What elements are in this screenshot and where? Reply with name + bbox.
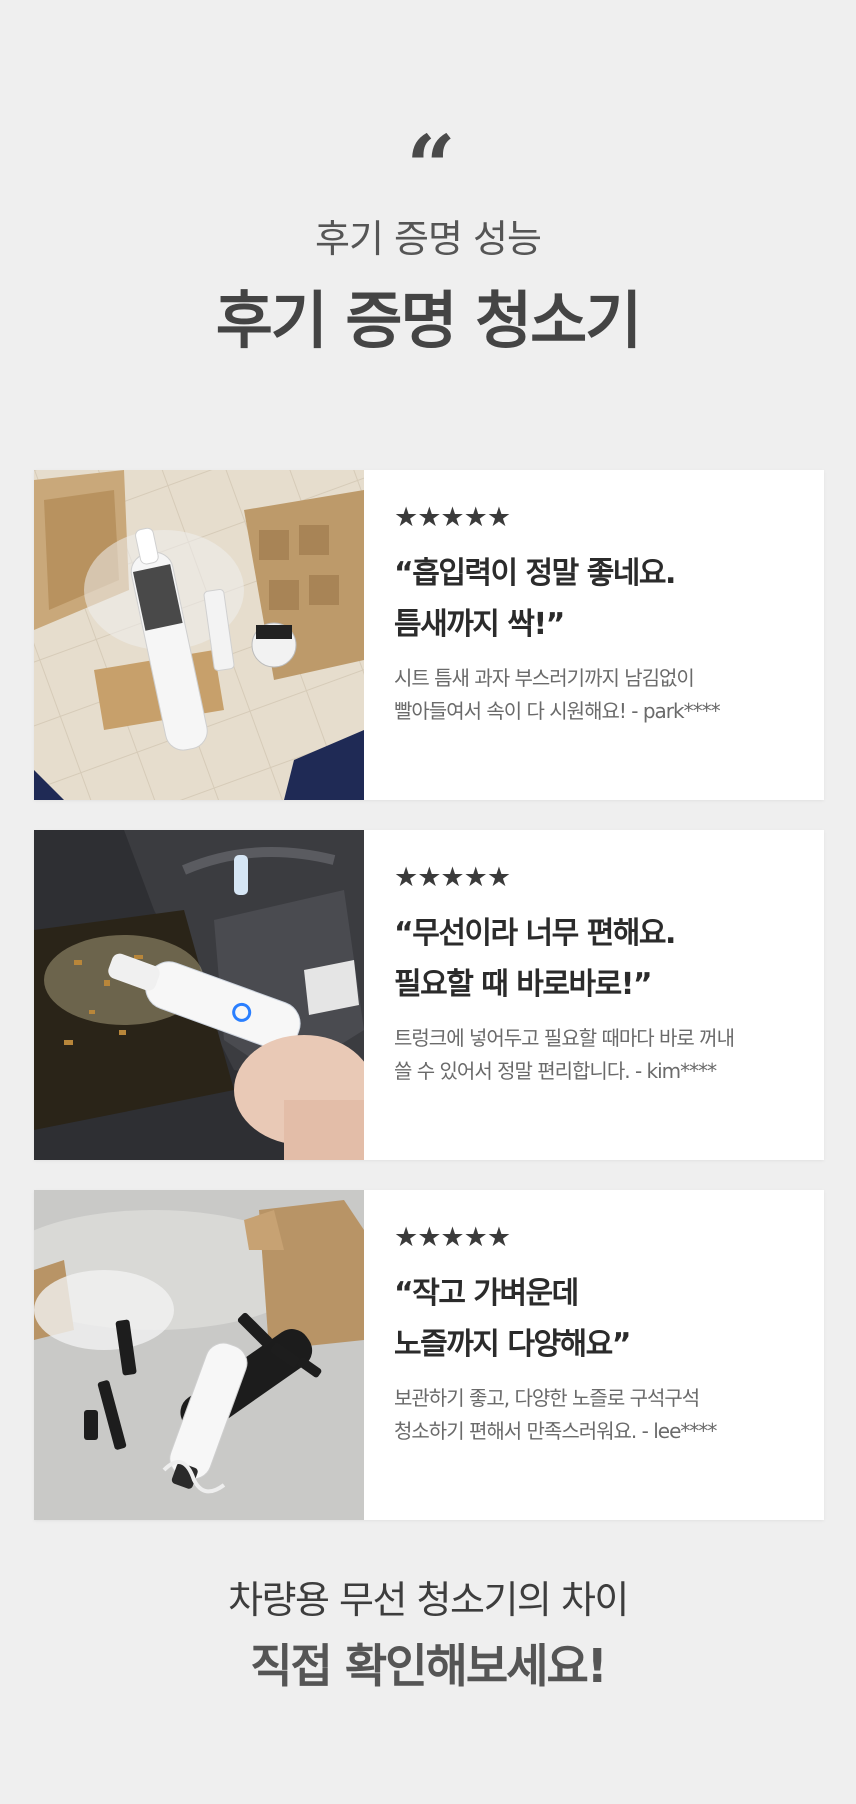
review-card: ★★★★★ “흡입력이 정말 좋네요. 틈새까지 싹!” 시트 틈새 과자 부스… (34, 470, 824, 800)
section-title: 후기 증명 청소기 (215, 284, 642, 357)
review-body: 보관하기 좋고, 다양한 노즐로 구석구석 청소하기 편해서 만족스러워요. -… (394, 1382, 824, 1448)
review-content: ★★★★★ “작고 가벼운데 노즐까지 다양해요” 보관하기 좋고, 다양한 노… (364, 1190, 824, 1520)
footer-tagline: 차량용 무선 청소기의 차이 (228, 1578, 629, 1622)
review-headline: “작고 가벼운데 노즐까지 다양해요” (394, 1268, 824, 1370)
review-body-line: 청소하기 편해서 만족스러워요. - lee**** (394, 1419, 717, 1443)
review-headline-line: 필요할 때 바로바로!” (394, 967, 653, 1002)
review-photo-nozzle-set (34, 1190, 364, 1520)
footer-call-to-action: 직접 확인해보세요! (250, 1639, 608, 1693)
review-body-line: 보관하기 좋고, 다양한 노즐로 구석구석 (394, 1386, 700, 1410)
review-body-line: 빨아들여서 속이 다 시원해요! - park**** (394, 699, 721, 723)
quote-mark-icon: “ (406, 117, 455, 218)
review-headline-line: “작고 가벼운데 (394, 1276, 579, 1311)
star-rating-icon: ★★★★★ (394, 1222, 511, 1253)
review-content: ★★★★★ “무선이라 너무 편해요. 필요할 때 바로바로!” 트렁크에 넣어… (364, 830, 824, 1160)
review-page: “ 후기 증명 성능 후기 증명 청소기 ★★★★★ “흡입력이 정말 좋네요.… (0, 0, 856, 1804)
star-rating-icon: ★★★★★ (394, 502, 511, 533)
review-headline-line: 노즐까지 다양해요” (394, 1327, 631, 1362)
review-body-line: 쓸 수 있어서 정말 편리합니다. - kim**** (394, 1059, 717, 1083)
review-card: ★★★★★ “무선이라 너무 편해요. 필요할 때 바로바로!” 트렁크에 넣어… (34, 830, 824, 1160)
review-card: ★★★★★ “작고 가벼운데 노즐까지 다양해요” 보관하기 좋고, 다양한 노… (34, 1190, 824, 1520)
review-body: 트렁크에 넣어두고 필요할 때마다 바로 꺼내 쓸 수 있어서 정말 편리합니다… (394, 1022, 824, 1088)
review-body-line: 트렁크에 넣어두고 필요할 때마다 바로 꺼내 (394, 1026, 735, 1050)
footer-section: 차량용 무선 청소기의 차이 직접 확인해보세요! (0, 1576, 856, 1694)
review-photo-vacuum-unboxing (34, 470, 364, 800)
review-headline-line: “흡입력이 정말 좋네요. (394, 556, 676, 591)
review-headline: “흡입력이 정말 좋네요. 틈새까지 싹!” (394, 548, 824, 650)
star-rating-icon: ★★★★★ (394, 862, 511, 893)
review-body: 시트 틈새 과자 부스러기까지 남김없이 빨아들여서 속이 다 시원해요! - … (394, 662, 824, 728)
review-content: ★★★★★ “흡입력이 정말 좋네요. 틈새까지 싹!” 시트 틈새 과자 부스… (364, 470, 824, 800)
section-subtitle: 후기 증명 성능 (315, 217, 542, 261)
review-headline: “무선이라 너무 편해요. 필요할 때 바로바로!” (394, 908, 824, 1010)
review-body-line: 시트 틈새 과자 부스러기까지 남김없이 (394, 666, 695, 690)
header-section: “ 후기 증명 성능 후기 증명 청소기 (0, 117, 856, 358)
review-headline-line: “무선이라 너무 편해요. (394, 916, 676, 951)
review-photo-car-seat-cleaning (34, 830, 364, 1160)
review-headline-line: 틈새까지 싹!” (394, 607, 565, 642)
